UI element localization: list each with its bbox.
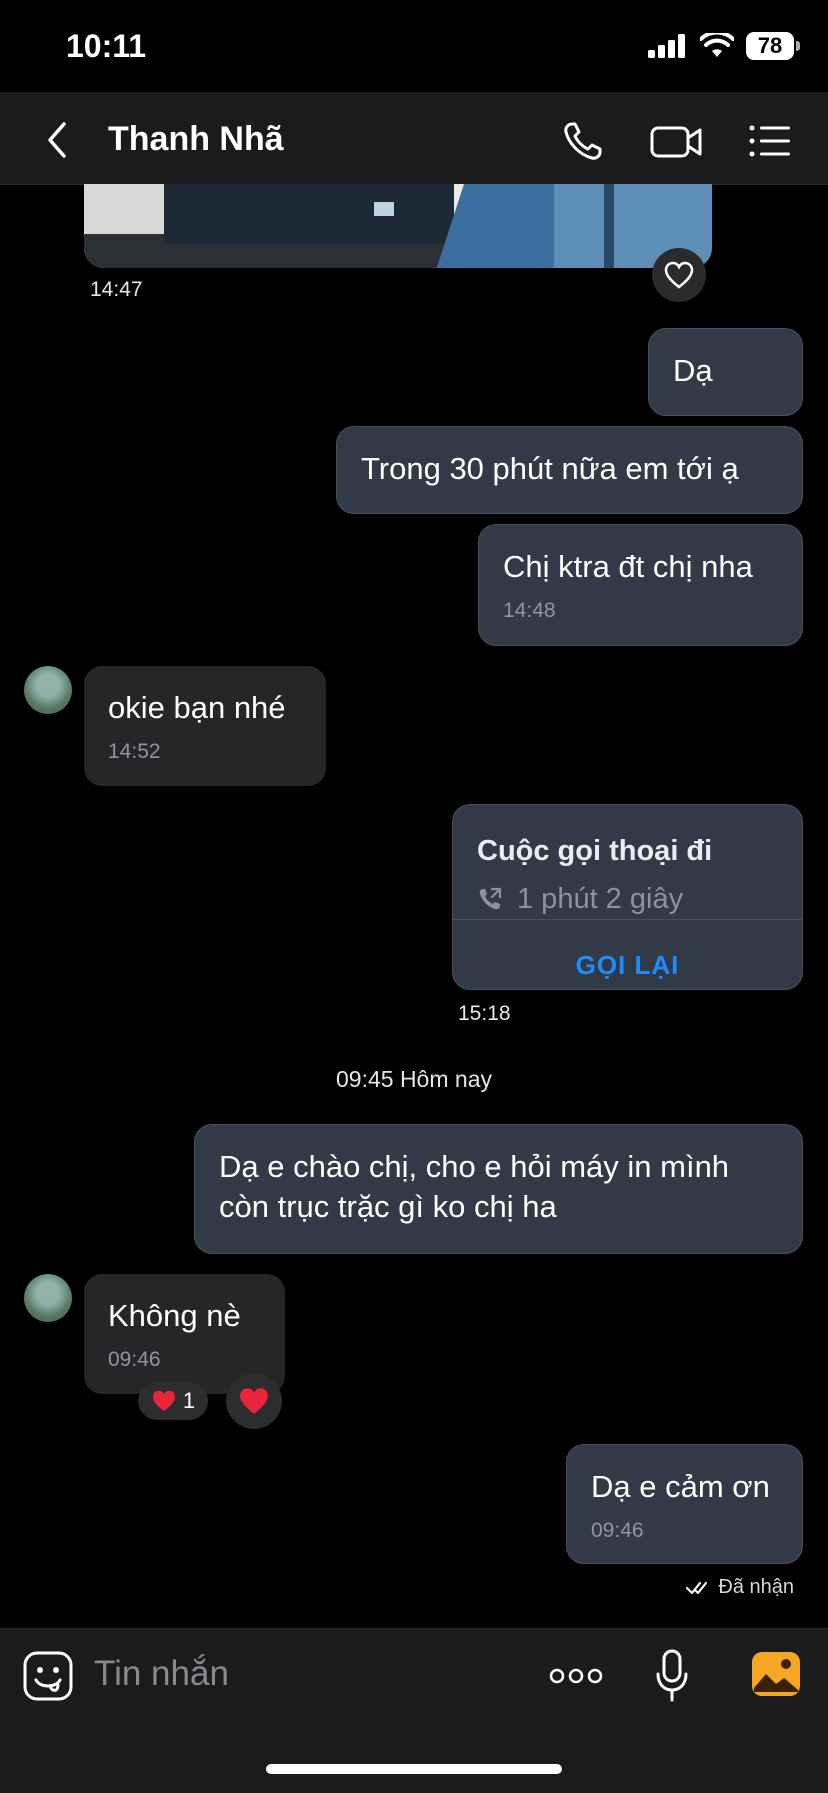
more-options-button[interactable] bbox=[548, 1660, 604, 1692]
signal-icon bbox=[648, 34, 685, 58]
back-button[interactable] bbox=[36, 118, 80, 162]
message-text: Dạ e chào chị, cho e hỏi máy in mình còn… bbox=[219, 1149, 730, 1224]
microphone-icon bbox=[656, 1649, 688, 1702]
sticker-button[interactable] bbox=[22, 1650, 74, 1702]
call-duration: 1 phút 2 giây bbox=[517, 883, 684, 915]
call-duration-row: 1 phút 2 giây bbox=[477, 879, 683, 919]
outgoing-call-icon bbox=[479, 887, 502, 910]
more-dots-icon bbox=[549, 1668, 603, 1684]
gallery-icon bbox=[752, 1652, 800, 1696]
options-menu-button[interactable] bbox=[744, 116, 794, 166]
reaction-count: 1 bbox=[182, 1388, 196, 1413]
divider bbox=[453, 919, 802, 920]
battery-indicator: 78 bbox=[746, 32, 800, 60]
outgoing-message[interactable]: Dạ bbox=[648, 328, 803, 416]
date-separator: 09:45 Hôm nay bbox=[336, 1066, 492, 1092]
status-time: 10:11 bbox=[66, 28, 147, 64]
message-time: 09:46 bbox=[591, 1519, 644, 1542]
outgoing-call-card[interactable]: Cuộc gọi thoại đi 1 phút 2 giây GỌI LẠI bbox=[452, 804, 803, 990]
video-camera-icon bbox=[650, 126, 702, 158]
outgoing-message[interactable]: Chị ktra đt chị nha 14:48 bbox=[478, 524, 803, 646]
message-text: okie bạn nhé bbox=[108, 690, 286, 725]
voice-call-button[interactable] bbox=[558, 116, 608, 166]
heart-reaction-button[interactable] bbox=[226, 1373, 282, 1429]
message-time: 09:46 bbox=[108, 1348, 161, 1371]
delivery-status-text: Đã nhận bbox=[718, 1576, 794, 1598]
heart-filled-icon bbox=[152, 1390, 176, 1412]
video-call-button[interactable] bbox=[648, 116, 706, 166]
message-time: 15:18 bbox=[458, 1002, 511, 1025]
incoming-message[interactable]: okie bạn nhé 14:52 bbox=[84, 666, 326, 786]
like-button[interactable] bbox=[652, 248, 706, 302]
message-text: Dạ e cảm ơn bbox=[591, 1469, 770, 1504]
reaction-summary[interactable]: 1 bbox=[138, 1382, 208, 1420]
list-menu-icon bbox=[749, 125, 790, 157]
voice-record-button[interactable] bbox=[654, 1648, 690, 1704]
outgoing-message[interactable]: Dạ e cảm ơn 09:46 bbox=[566, 1444, 803, 1564]
message-time: 14:52 bbox=[108, 740, 161, 763]
contact-avatar[interactable] bbox=[24, 1274, 72, 1322]
home-indicator[interactable] bbox=[266, 1764, 562, 1774]
message-time: 14:48 bbox=[503, 599, 556, 622]
message-text: Trong 30 phút nữa em tới ạ bbox=[361, 451, 739, 486]
message-text: Dạ bbox=[673, 353, 713, 388]
message-text: Chị ktra đt chị nha bbox=[503, 549, 753, 584]
phone-icon bbox=[564, 122, 602, 160]
sticker-icon bbox=[23, 1651, 73, 1701]
photo-picker-button[interactable] bbox=[750, 1648, 802, 1700]
double-check-icon bbox=[686, 1581, 708, 1594]
call-back-button[interactable]: GỌI LẠI bbox=[453, 945, 802, 985]
message-input[interactable]: Tin nhắn bbox=[94, 1654, 229, 1694]
photo-message[interactable] bbox=[84, 184, 712, 268]
contact-avatar[interactable] bbox=[24, 666, 72, 714]
chevron-left-icon bbox=[48, 122, 66, 158]
heart-outline-icon bbox=[664, 261, 694, 289]
call-title: Cuộc gọi thoại đi bbox=[477, 835, 713, 867]
message-text: Không nè bbox=[108, 1298, 241, 1333]
wifi-icon bbox=[700, 33, 734, 57]
contact-name[interactable]: Thanh Nhã bbox=[108, 120, 284, 159]
message-time: 14:47 bbox=[90, 278, 143, 301]
outgoing-message[interactable]: Trong 30 phút nữa em tới ạ bbox=[336, 426, 803, 514]
status-icons: 78 bbox=[648, 32, 800, 60]
heart-filled-icon bbox=[240, 1388, 268, 1414]
delivery-status: Đã nhận bbox=[686, 1576, 794, 1599]
printer-photo bbox=[84, 184, 712, 268]
outgoing-message[interactable]: Dạ e chào chị, cho e hỏi máy in mình còn… bbox=[194, 1124, 803, 1254]
